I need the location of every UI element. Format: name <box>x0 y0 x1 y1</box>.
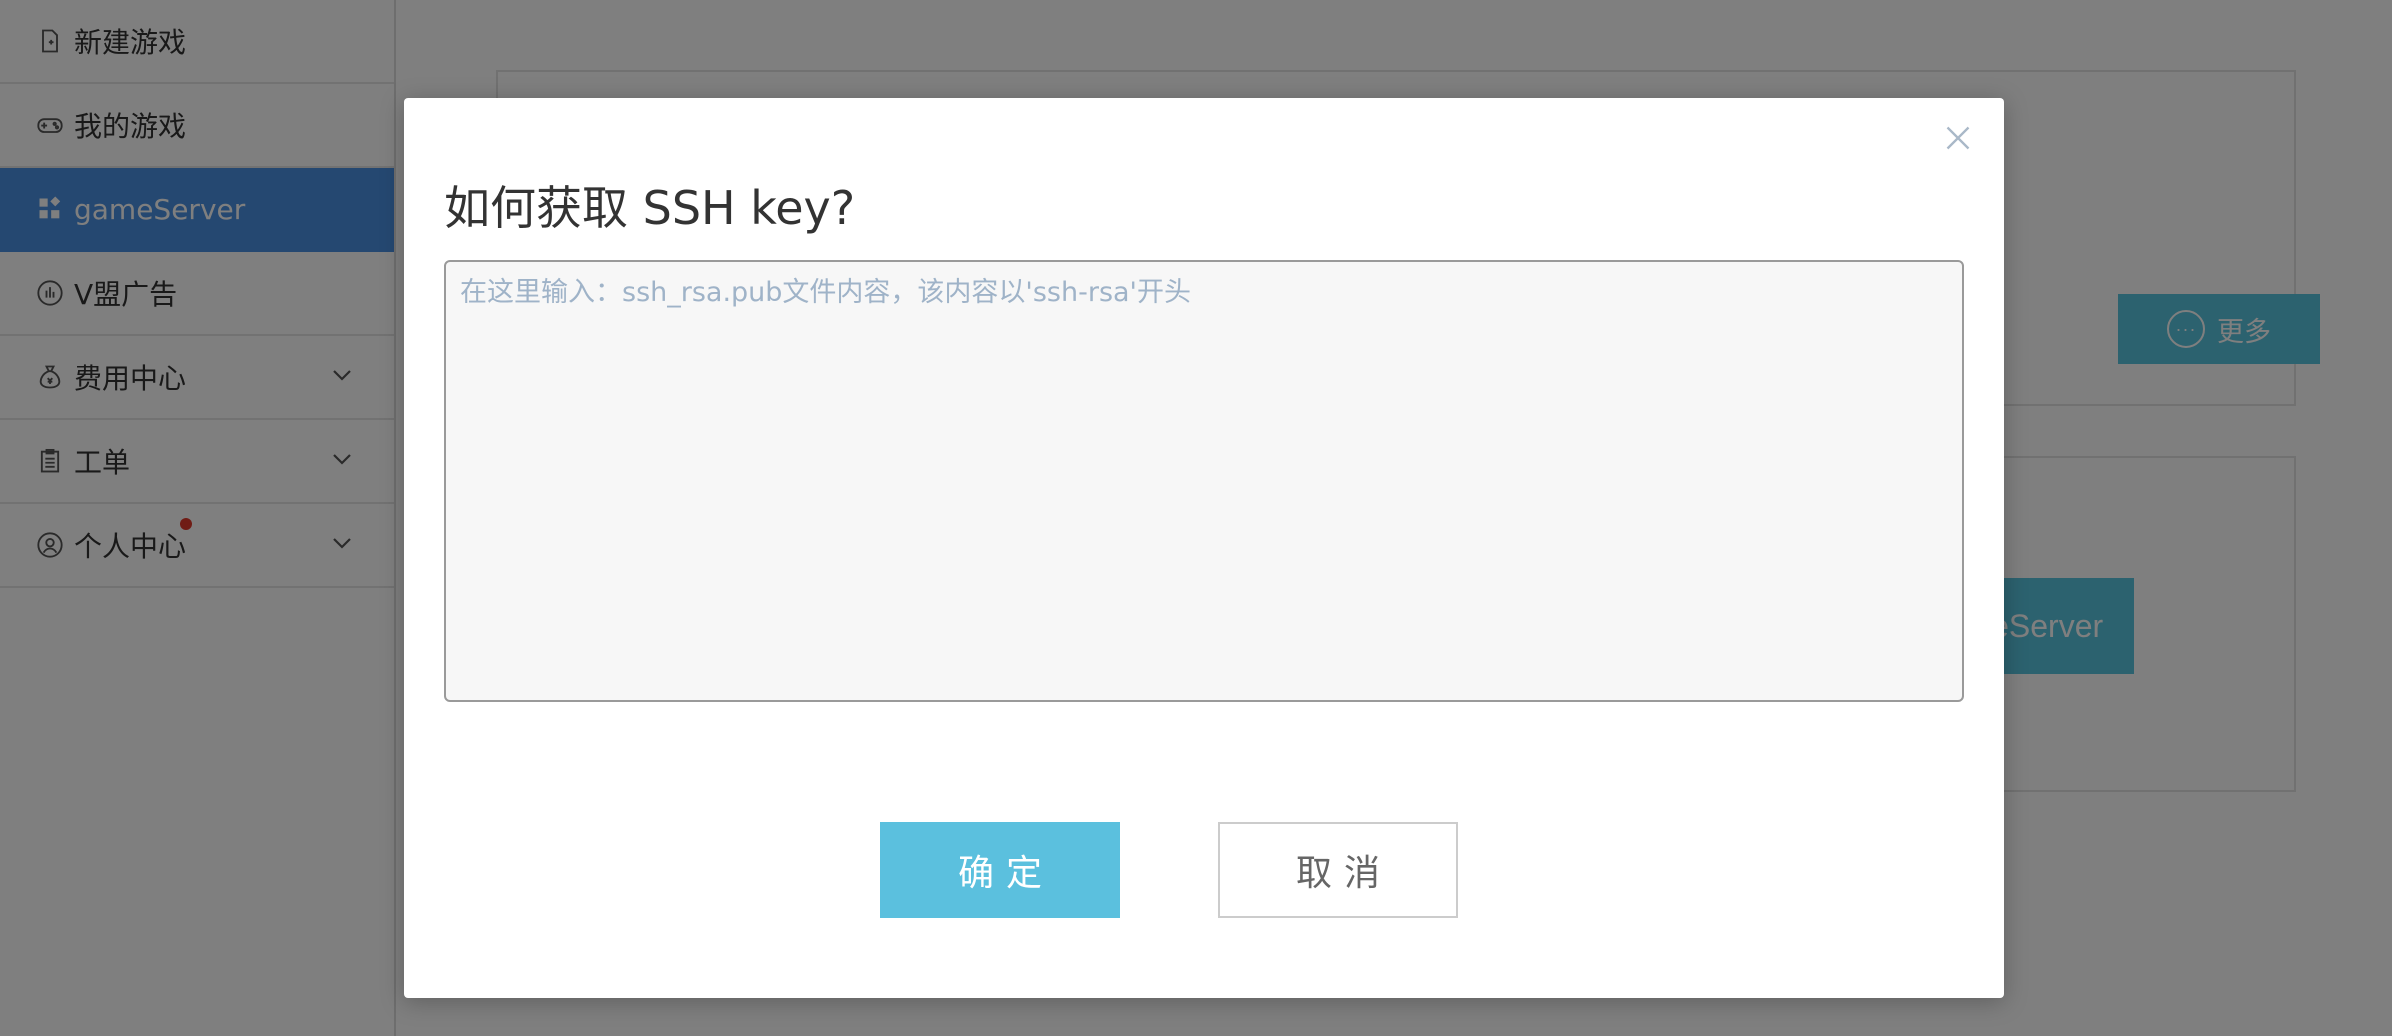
ssh-key-textarea[interactable] <box>444 260 1964 702</box>
close-button[interactable] <box>1938 118 1978 158</box>
ssh-key-dialog: 如何获取 SSH key? 确定 取消 <box>404 98 2004 998</box>
confirm-button[interactable]: 确定 <box>880 822 1120 918</box>
dialog-title: 如何获取 SSH key? <box>444 181 856 235</box>
close-icon <box>1946 126 1970 150</box>
cancel-button[interactable]: 取消 <box>1218 822 1458 918</box>
